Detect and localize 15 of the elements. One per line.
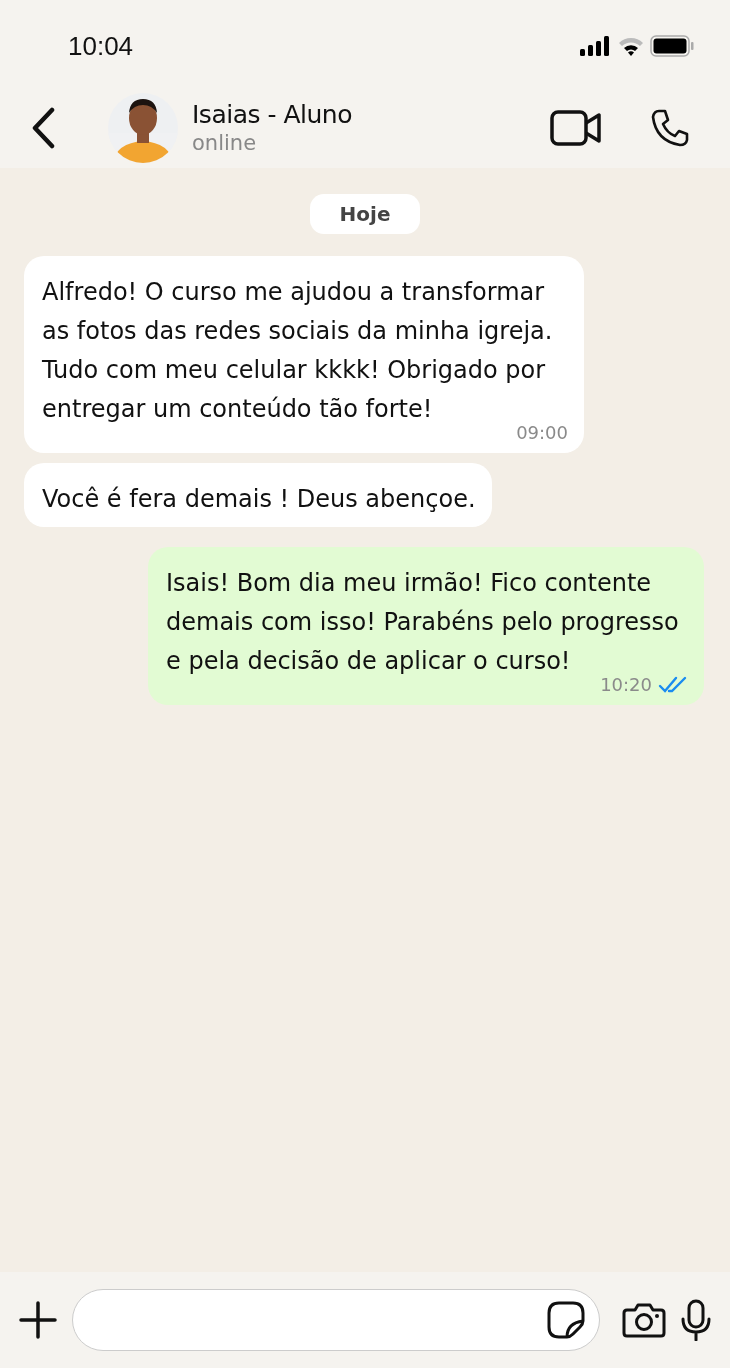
sticker-icon[interactable] [547,1301,585,1339]
date-chip: Hoje [309,194,421,234]
phone-icon[interactable] [650,108,690,148]
battery-icon [650,35,694,57]
video-camera-icon[interactable] [550,110,602,146]
signal-icon [580,36,612,56]
presence-status: online [192,130,258,156]
status-time: 10:04 [68,30,134,62]
message-text: Você é fera demais ! Deus abençoe. [42,484,476,515]
back-icon[interactable] [30,107,56,149]
plus-icon[interactable] [18,1300,58,1340]
contact-name[interactable]: Isaias - Aluno [192,100,502,130]
microphone-icon[interactable] [680,1299,712,1341]
camera-icon[interactable] [622,1302,666,1338]
wifi-icon [618,36,644,56]
